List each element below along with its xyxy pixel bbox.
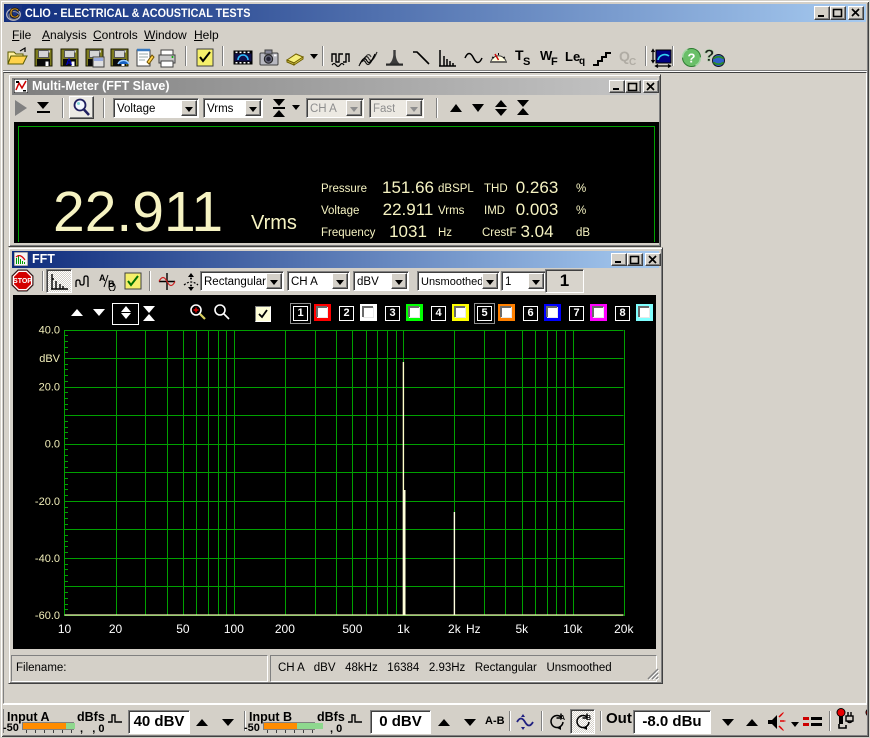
svg-text:q: q xyxy=(579,56,585,67)
svg-text:100: 100 xyxy=(224,622,244,636)
svg-text:S: S xyxy=(523,56,530,68)
svg-text:A: A xyxy=(560,715,565,722)
svg-text:F: F xyxy=(551,56,558,68)
svg-text:A: A xyxy=(66,57,73,67)
svg-text:50: 50 xyxy=(176,622,190,636)
svg-text:5k: 5k xyxy=(515,622,529,636)
svg-text:-40.0: -40.0 xyxy=(35,553,60,565)
svg-text:dBV: dBV xyxy=(39,353,60,365)
svg-text:STOP: STOP xyxy=(13,278,32,285)
svg-text:2k: 2k xyxy=(448,622,462,636)
svg-text:-20.0: -20.0 xyxy=(35,496,60,508)
svg-text:A: A xyxy=(99,273,106,283)
svg-text:Hz: Hz xyxy=(466,622,481,636)
svg-text:200: 200 xyxy=(275,622,295,636)
svg-text:C: C xyxy=(9,6,20,21)
svg-text:B: B xyxy=(586,715,591,722)
svg-text:10: 10 xyxy=(58,622,72,636)
svg-text:20.0: 20.0 xyxy=(39,382,60,394)
svg-text:1k: 1k xyxy=(397,622,411,636)
svg-text:20: 20 xyxy=(109,622,123,636)
svg-text:10k: 10k xyxy=(563,622,583,636)
svg-text:500: 500 xyxy=(342,622,362,636)
svg-text:0.0: 0.0 xyxy=(45,439,60,451)
svg-text:20k: 20k xyxy=(614,622,634,636)
svg-text:Le: Le xyxy=(565,49,580,64)
svg-text:40.0: 40.0 xyxy=(39,325,60,337)
svg-text:?: ? xyxy=(688,51,696,66)
svg-text:-60.0: -60.0 xyxy=(35,610,60,622)
svg-text:C: C xyxy=(629,57,636,68)
